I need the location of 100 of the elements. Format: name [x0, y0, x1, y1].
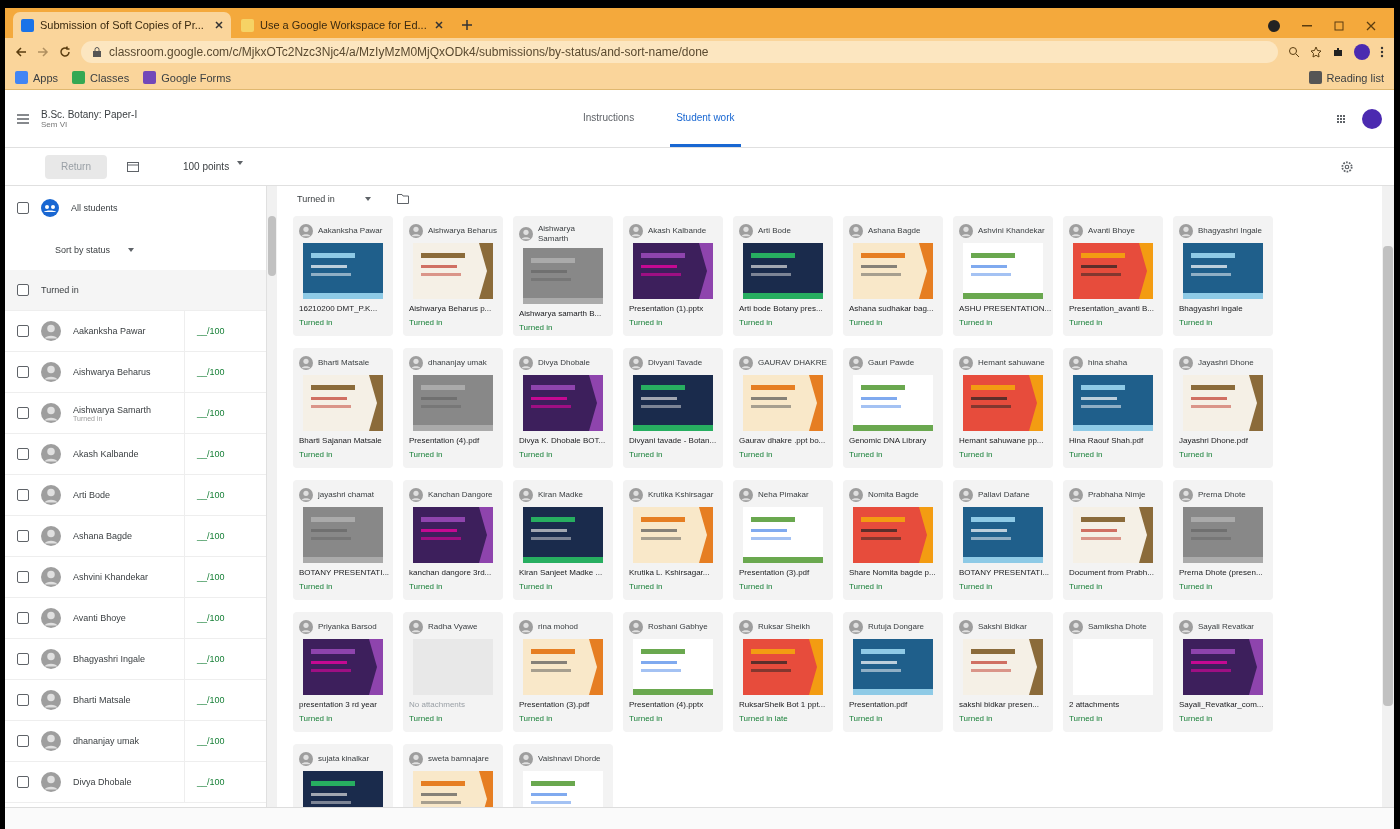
folder-icon[interactable]	[396, 194, 409, 204]
restore-icon[interactable]	[1334, 21, 1344, 31]
submission-card[interactable]: Hemant sahuwane Hemant sahuwane pp... Turned in	[953, 348, 1053, 468]
new-tab-icon[interactable]	[461, 19, 473, 31]
submission-card[interactable]: Krutika Kshirsagar Krutika L. Kshirsagar... Turned in	[623, 480, 723, 600]
student-name[interactable]: All students	[71, 203, 254, 213]
submission-card[interactable]: Samiksha Dhote 2 attachments Turned in	[1063, 612, 1163, 732]
more-icon[interactable]	[1380, 46, 1384, 58]
submission-card[interactable]: Avanti Bhoye Presentation_avanti B... Turned in	[1063, 216, 1163, 336]
record-icon[interactable]	[1268, 20, 1280, 32]
minimize-icon[interactable]	[1302, 25, 1312, 27]
submission-card[interactable]: Ashana Bagde Ashana sudhakar bag... Turned in	[843, 216, 943, 336]
profile-avatar-icon[interactable]	[1354, 44, 1370, 60]
submission-card[interactable]: rina mohod Presentation (3).pdf Turned in	[513, 612, 613, 732]
grade-field[interactable]: __/100	[184, 393, 254, 433]
checkbox[interactable]	[17, 325, 29, 337]
scrollbar-thumb[interactable]	[268, 216, 276, 276]
grade-field[interactable]: __/100	[184, 598, 254, 638]
menu-icon[interactable]	[17, 113, 29, 124]
grade-field[interactable]: __/100	[184, 721, 254, 761]
submission-card[interactable]: Bhagyashri Ingale Bhagyashri ingale Turned in	[1173, 216, 1273, 336]
reload-icon[interactable]	[59, 46, 71, 58]
checkbox[interactable]	[17, 489, 29, 501]
scrollbar-thumb[interactable]	[1383, 246, 1393, 706]
close-icon[interactable]	[435, 21, 443, 29]
browser-tab[interactable]: Use a Google Workspace for Ed...	[233, 12, 451, 38]
address-bar[interactable]: classroom.google.com/c/MjkxOTc2Nzc3Njc4/a/MzIyMzM0MjQxODk4/submissions/by-status/and-sort-name/done	[81, 41, 1278, 63]
student-name[interactable]: Divya Dhobale	[73, 777, 172, 787]
submission-card[interactable]: Kanchan Dangore kanchan dangore 3rd... Turned in	[403, 480, 503, 600]
submission-card[interactable]: Aishwarya Beharus Aishwarya Beharus p... Turned in	[403, 216, 503, 336]
submission-card[interactable]: Aishwarya Samarth Aishwarya samarth B... Turned in	[513, 216, 613, 336]
sort-dropdown[interactable]: Sort by status	[5, 230, 266, 270]
student-name[interactable]: Aakanksha Pawar	[73, 326, 172, 336]
submission-card[interactable]: Ashvini Khandekar ASHU PRESENTATION... Turned in	[953, 216, 1053, 336]
submission-card[interactable]: Sayali Revatkar Sayali_Revatkar_com... Turned in	[1173, 612, 1273, 732]
grade-field[interactable]: __/100	[184, 516, 254, 556]
checkbox[interactable]	[17, 530, 29, 542]
checkbox[interactable]	[17, 694, 29, 706]
grade-field[interactable]: __/100	[184, 762, 254, 802]
class-title[interactable]: B.Sc. Botany: Paper-I	[41, 108, 138, 120]
submission-card[interactable]: Pallavi Dafane BOTANY PRESENTATI... Turned in	[953, 480, 1053, 600]
apps-grid-icon[interactable]	[1336, 113, 1346, 124]
checkbox[interactable]	[17, 735, 29, 747]
grade-field[interactable]: __/100	[184, 434, 254, 474]
submission-card[interactable]: Prabhaha Nimje Document from Prabh... Turned in	[1063, 480, 1163, 600]
submission-card[interactable]: sujata kinalkar	[293, 744, 393, 807]
back-icon[interactable]	[15, 46, 27, 58]
submission-card[interactable]: Jayashri Dhone Jayashri Dhone.pdf Turned in	[1173, 348, 1273, 468]
submission-card[interactable]: Divya Dhobale Divya K. Dhobale BOT... Turned in	[513, 348, 613, 468]
grade-field[interactable]: __/100	[184, 475, 254, 515]
submission-card[interactable]: Arti Bode Arti bode Botany pres... Turned in	[733, 216, 833, 336]
submission-card[interactable]: Ruksar Sheikh RuksarSheik Bot 1 ppt... Turned in late	[733, 612, 833, 732]
status-filter-dropdown[interactable]: Turned in	[297, 194, 371, 204]
submission-card[interactable]: Neha Pimakar Presentation (3).pdf Turned in	[733, 480, 833, 600]
points-dropdown[interactable]: 100 points	[183, 161, 244, 172]
submission-card[interactable]: Roshani Gabhye Presentation (4).pptx Turned in	[623, 612, 723, 732]
submission-card[interactable]: GAURAV DHAKRE Gaurav dhakre .ppt bo... Turned in	[733, 348, 833, 468]
student-name[interactable]: dhananjay umak	[73, 736, 172, 746]
checkbox[interactable]	[17, 612, 29, 624]
grade-field[interactable]: __/100	[184, 557, 254, 597]
student-name[interactable]: Arti Bode	[73, 490, 172, 500]
grade-field[interactable]: __/100	[184, 352, 254, 392]
page-tab[interactable]: Instructions	[577, 90, 641, 147]
puzzle-icon[interactable]	[1332, 46, 1344, 58]
close-icon[interactable]	[215, 21, 223, 29]
student-name[interactable]: Akash Kalbande	[73, 449, 172, 459]
checkbox[interactable]	[17, 366, 29, 378]
checkbox[interactable]	[17, 571, 29, 583]
submission-card[interactable]: jayashri chamat BOTANY PRESENTATI... Turned in	[293, 480, 393, 600]
submission-card[interactable]: Akash Kalbande Presentation (1).pptx Turned in	[623, 216, 723, 336]
submission-card[interactable]: Gauri Pawde Genomic DNA Library Turned in	[843, 348, 943, 468]
student-name[interactable]: Ashvini Khandekar	[73, 572, 172, 582]
submission-card[interactable]: Vaishnavi Dhorde	[513, 744, 613, 807]
settings-icon[interactable]	[1340, 159, 1354, 174]
bookmark-link[interactable]: Google Forms	[143, 71, 231, 84]
checkbox[interactable]	[17, 653, 29, 665]
submission-card[interactable]: dhananjay umak Presentation (4).pdf Turned in	[403, 348, 503, 468]
submission-card[interactable]: Kiran Madke Kiran Sanjeet Madke ... Turned in	[513, 480, 613, 600]
submission-card[interactable]: Nomita Bagde Share Nomita bagde p... Turned in	[843, 480, 943, 600]
submission-card[interactable]: Bharti Matsale Bharti Sajanan Matsale Turned in	[293, 348, 393, 468]
student-name[interactable]: Aishwarya Beharus	[73, 367, 172, 377]
checkbox[interactable]	[17, 284, 29, 296]
checkbox[interactable]	[17, 202, 29, 214]
submission-card[interactable]: sweta bamnajare	[403, 744, 503, 807]
grade-field[interactable]: __/100	[184, 311, 254, 351]
student-name[interactable]: Avanti Bhoye	[73, 613, 172, 623]
grade-field[interactable]: __/100	[184, 639, 254, 679]
student-name[interactable]: Ashana Bagde	[73, 531, 172, 541]
checkbox[interactable]	[17, 407, 29, 419]
close-icon[interactable]	[1366, 21, 1376, 31]
submission-card[interactable]: Divyani Tavade Divyani tavade - Botan... Turned in	[623, 348, 723, 468]
submission-card[interactable]: hina shaha Hina Raouf Shah.pdf Turned in	[1063, 348, 1163, 468]
page-tab[interactable]: Student work	[670, 90, 741, 147]
submission-card[interactable]: Aakanksha Pawar 16210200 DMT_P.K... Turned in	[293, 216, 393, 336]
bookmark-link[interactable]: Classes	[72, 71, 130, 84]
checkbox[interactable]	[17, 776, 29, 788]
checkbox[interactable]	[17, 448, 29, 460]
profile-avatar-icon[interactable]	[1362, 108, 1382, 129]
submission-card[interactable]: Sakshi Bidkar sakshi bidkar presen... Turned in	[953, 612, 1053, 732]
bookmark-link[interactable]: Apps	[15, 71, 59, 84]
